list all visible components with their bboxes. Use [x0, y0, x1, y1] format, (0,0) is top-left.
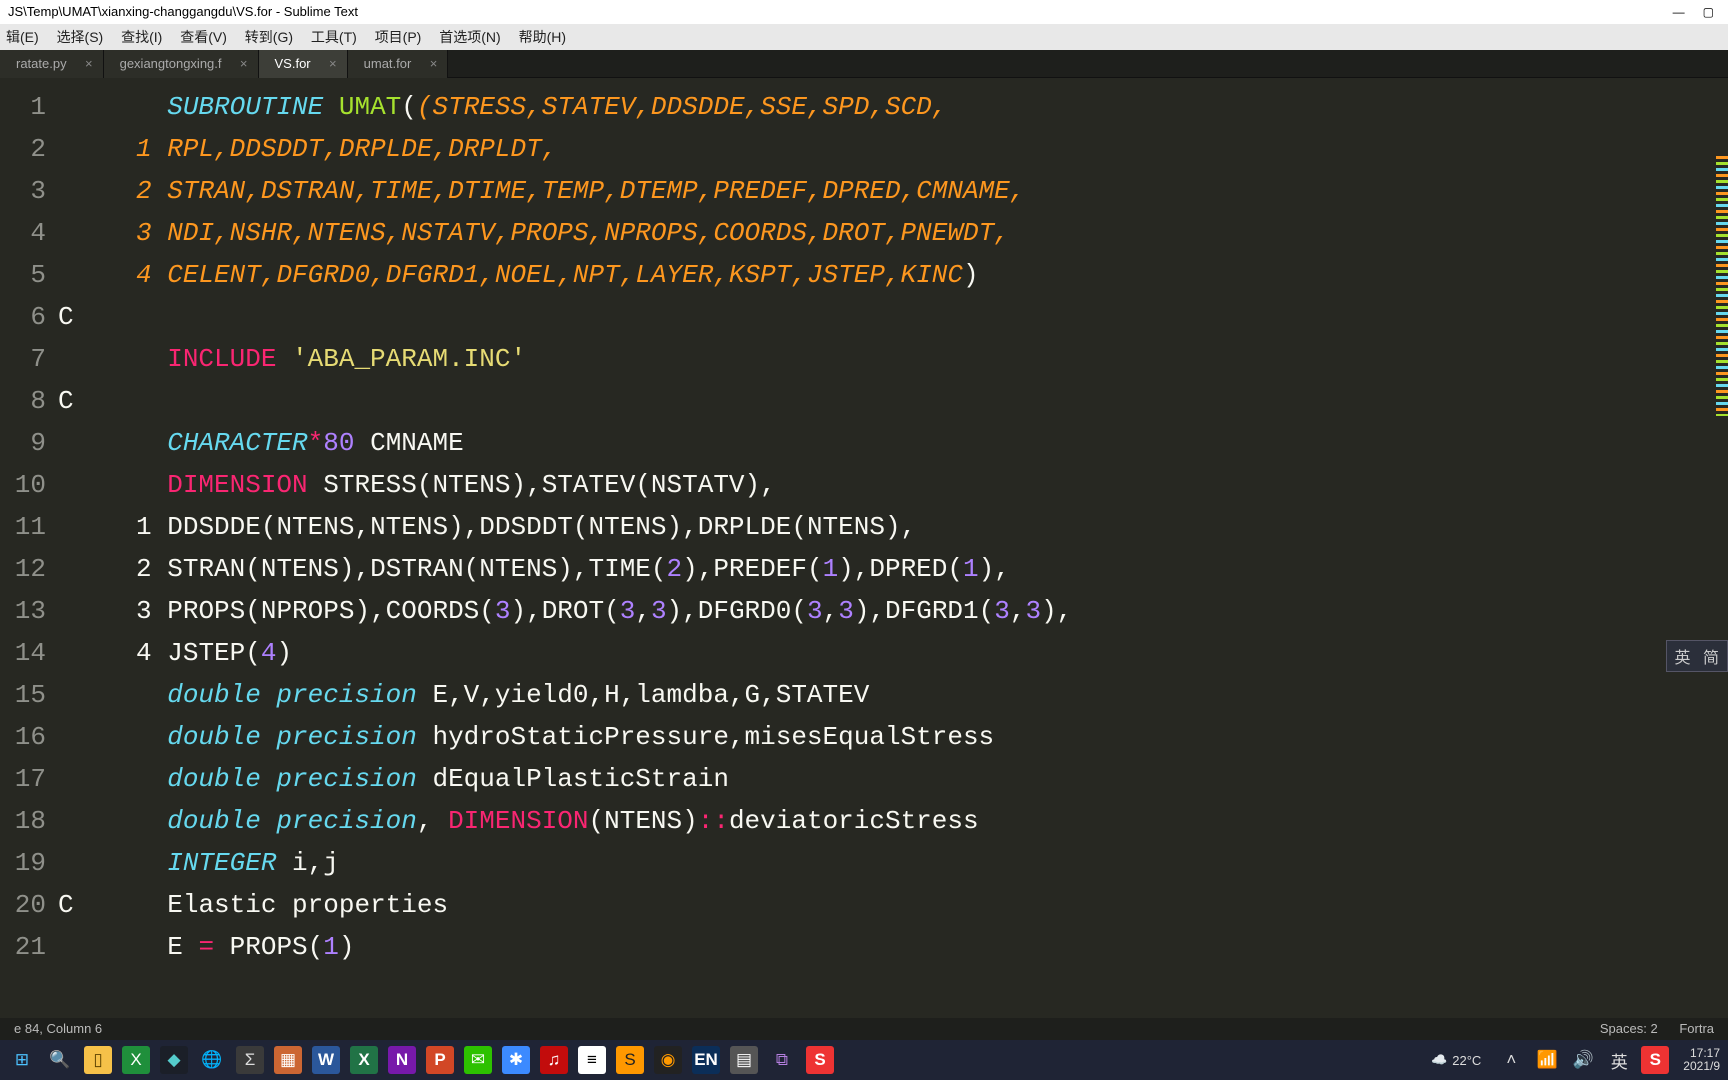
app-icon[interactable]: ✱: [502, 1046, 530, 1074]
ime-side-pill[interactable]: 英 简: [1666, 640, 1728, 672]
app-icon[interactable]: ◆: [160, 1046, 188, 1074]
ime-app-icon[interactable]: S: [1641, 1046, 1669, 1074]
menu-prefs[interactable]: 首选项(N): [439, 29, 500, 45]
close-icon[interactable]: ×: [240, 50, 248, 78]
close-icon[interactable]: ×: [329, 50, 337, 78]
chrome-icon[interactable]: 🌐: [198, 1046, 226, 1074]
wechat-icon[interactable]: ✉: [464, 1046, 492, 1074]
tab-label: ratate.py: [16, 56, 67, 71]
terminal-icon[interactable]: Σ: [236, 1046, 264, 1074]
menu-project[interactable]: 项目(P): [375, 29, 422, 45]
tab-label: VS.for: [275, 56, 311, 71]
tab-bar: ratate.py × gexiangtongxing.f × VS.for ×…: [0, 50, 1728, 78]
minimize-button[interactable]: —: [1673, 0, 1685, 24]
menu-help[interactable]: 帮助(H): [519, 29, 566, 45]
cloud-icon: ☁️: [1431, 1052, 1447, 1068]
code-token: (STRESS,STATEV,DDSDDE,SSE,SPD,SCD,: [417, 92, 948, 122]
netease-icon[interactable]: ♫: [540, 1046, 568, 1074]
onenote-icon[interactable]: N: [388, 1046, 416, 1074]
code-token: SUBROUTINE: [167, 92, 323, 122]
app-icon[interactable]: ≡: [578, 1046, 606, 1074]
minimap[interactable]: [1716, 156, 1728, 416]
powerpoint-icon[interactable]: P: [426, 1046, 454, 1074]
menu-view[interactable]: 查看(V): [180, 29, 227, 45]
clock-date: 2021/9: [1683, 1060, 1720, 1073]
weather-temp: 22°C: [1452, 1053, 1481, 1068]
weather-widget[interactable]: ☁️ 22°C: [1431, 1052, 1481, 1068]
app-icon[interactable]: ▦: [274, 1046, 302, 1074]
app-icon[interactable]: EN: [692, 1046, 720, 1074]
word-icon[interactable]: W: [312, 1046, 340, 1074]
maximize-button[interactable]: ▢: [1703, 0, 1714, 24]
menu-bar[interactable]: 辑(E) 选择(S) 查找(I) 查看(V) 转到(G) 工具(T) 项目(P)…: [0, 24, 1728, 50]
app-icon[interactable]: S: [806, 1046, 834, 1074]
ime-lang-label: 英: [1675, 650, 1691, 667]
start-icon[interactable]: ⊞: [8, 1046, 36, 1074]
editor[interactable]: 1 2 3 4 5 6 7 8 9 10 11 12 13 14 15 16 1…: [0, 78, 1728, 1018]
tab-label: umat.for: [364, 56, 412, 71]
excel-icon[interactable]: X: [350, 1046, 378, 1074]
menu-edit[interactable]: 辑(E): [6, 29, 39, 45]
tab-ratate[interactable]: ratate.py ×: [0, 50, 104, 78]
ime-mode-label: 简: [1703, 650, 1719, 667]
tab-vsfor[interactable]: VS.for ×: [259, 50, 348, 78]
volume-icon[interactable]: 🔊: [1569, 1046, 1597, 1074]
line-gutter: 1 2 3 4 5 6 7 8 9 10 11 12 13 14 15 16 1…: [0, 78, 58, 1018]
tab-gexiang[interactable]: gexiangtongxing.f ×: [104, 50, 259, 78]
menu-goto[interactable]: 转到(G): [245, 29, 293, 45]
clock[interactable]: 17:17 2021/9: [1683, 1047, 1720, 1073]
title-bar: JS\Temp\UMAT\xianxing-changgangdu\VS.for…: [0, 0, 1728, 24]
close-icon[interactable]: ×: [85, 50, 93, 78]
search-icon[interactable]: 🔍: [46, 1046, 74, 1074]
app-icon[interactable]: X: [122, 1046, 150, 1074]
explorer-icon[interactable]: ▯: [84, 1046, 112, 1074]
menu-find[interactable]: 查找(I): [121, 29, 162, 45]
menu-select[interactable]: 选择(S): [57, 29, 104, 45]
ime-tray[interactable]: 英: [1605, 1046, 1633, 1074]
status-bar: e 84, Column 6 Spaces: 2 Fortra: [0, 1018, 1728, 1040]
tab-label: gexiangtongxing.f: [120, 56, 222, 71]
status-syntax[interactable]: Fortra: [1679, 1021, 1714, 1036]
window-controls: — ▢: [1673, 0, 1720, 24]
tray-chevron-icon[interactable]: ˄: [1497, 1046, 1525, 1074]
code-area[interactable]: SUBROUTINE UMAT((STRESS,STATEV,DDSDDE,SS…: [58, 78, 1728, 1018]
window-title: JS\Temp\UMAT\xianxing-changgangdu\VS.for…: [8, 0, 358, 24]
tab-umat[interactable]: umat.for ×: [348, 50, 449, 78]
app-icon[interactable]: ◉: [654, 1046, 682, 1074]
visualstudio-icon[interactable]: ⧉: [768, 1046, 796, 1074]
code-token: UMAT: [339, 92, 401, 122]
taskbar: ⊞ 🔍 ▯ X ◆ 🌐 Σ ▦ W X N P ✉ ✱ ♫ ≡ S ◉ EN ▤…: [0, 1040, 1728, 1080]
sublime-icon[interactable]: S: [616, 1046, 644, 1074]
wifi-icon[interactable]: 📶: [1533, 1046, 1561, 1074]
status-indent[interactable]: Spaces: 2: [1600, 1021, 1658, 1036]
menu-tools[interactable]: 工具(T): [311, 29, 357, 45]
close-icon[interactable]: ×: [430, 50, 438, 78]
status-position[interactable]: e 84, Column 6: [14, 1018, 102, 1040]
app-icon[interactable]: ▤: [730, 1046, 758, 1074]
